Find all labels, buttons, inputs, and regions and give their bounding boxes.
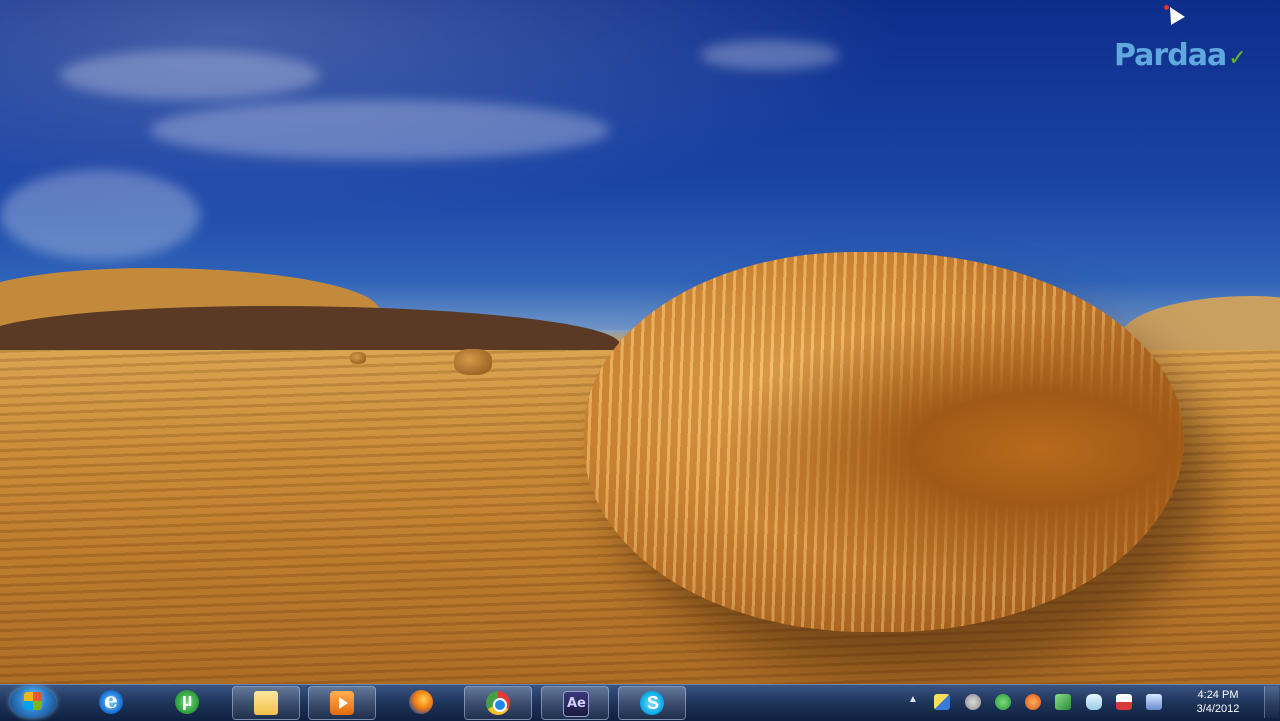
wallpaper-hay-bale-large: [584, 252, 1184, 632]
taskbar-item-skype[interactable]: [618, 686, 686, 720]
messenger-icon[interactable]: [1086, 694, 1102, 710]
firefox-icon: [409, 690, 433, 714]
after-effects-icon: [563, 691, 589, 717]
action-center-flag-icon[interactable]: [934, 694, 950, 710]
wallpaper-hay-bale: [350, 352, 366, 364]
tray-app-orange-icon[interactable]: [1025, 694, 1041, 710]
display-icon[interactable]: [1146, 694, 1162, 710]
watermark-logo: Pardaa✓: [1114, 38, 1247, 73]
chrome-icon: [486, 691, 510, 715]
language-flag-icon[interactable]: [1116, 694, 1132, 710]
clock-date: 3/4/2012: [1196, 703, 1240, 715]
windows-logo-icon: [24, 692, 42, 710]
checkmark-icon: ✓: [1228, 46, 1246, 71]
wallpaper-cloud: [0, 170, 200, 260]
folder-icon: [254, 691, 278, 715]
ie-icon: [99, 688, 123, 714]
wallpaper-cloud: [700, 40, 840, 70]
show-desktop-button[interactable]: [1264, 686, 1279, 718]
skype-icon: [640, 691, 664, 715]
system-clock[interactable]: 4:24 PM 3/4/2012: [1180, 688, 1256, 716]
start-button[interactable]: [10, 686, 56, 718]
show-hidden-icons-button[interactable]: ▲: [908, 694, 918, 705]
taskbar-item-internet-explorer[interactable]: [78, 686, 144, 718]
taskbar-item-firefox[interactable]: [388, 686, 454, 718]
desktop-wallpaper: [0, 0, 1280, 684]
tray-app-icon[interactable]: [965, 694, 981, 710]
taskbar-item-windows-explorer[interactable]: [232, 686, 300, 720]
watermark-logo-text: Pardaa: [1114, 38, 1227, 73]
media-player-icon: [330, 691, 354, 715]
network-icon[interactable]: [1055, 694, 1071, 710]
wallpaper-cloud: [60, 50, 320, 100]
cursor-highlight-icon: [1164, 5, 1169, 10]
taskbar-item-utorrent[interactable]: [154, 686, 220, 718]
utorrent-icon: [175, 690, 199, 714]
wallpaper-hay-bale: [454, 349, 492, 375]
clock-time: 4:24 PM: [1197, 689, 1239, 701]
wallpaper-cloud: [150, 100, 610, 160]
taskbar-item-after-effects[interactable]: [541, 686, 609, 720]
taskbar-item-media-player[interactable]: [308, 686, 376, 720]
utorrent-tray-icon[interactable]: [995, 694, 1011, 710]
taskbar-item-chrome[interactable]: [464, 686, 532, 720]
